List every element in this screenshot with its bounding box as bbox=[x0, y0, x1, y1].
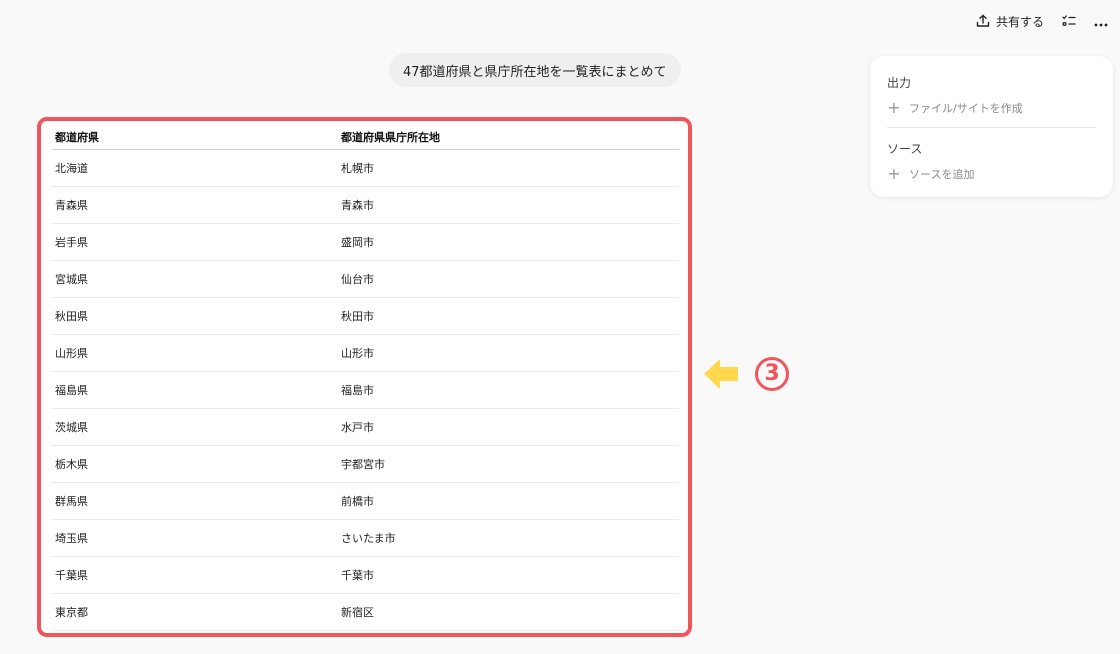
prefecture-cell: 岩手県 bbox=[52, 223, 338, 261]
prefecture-cell: 青森県 bbox=[52, 186, 338, 224]
capital-cell: 山形市 bbox=[338, 334, 679, 372]
step-number-badge: 3 bbox=[755, 357, 789, 391]
capital-cell: 盛岡市 bbox=[338, 223, 679, 261]
table-row: 東京都 新宿区 bbox=[52, 593, 679, 631]
task-list-icon bbox=[1062, 12, 1076, 31]
highlighted-table-frame: 都道府県 都道府県県庁所在地 北海道 札幌市 青森県 青森市 岩手県 盛岡市 宮… bbox=[37, 117, 692, 637]
prefecture-cell: 北海道 bbox=[52, 149, 338, 187]
task-list-button[interactable] bbox=[1056, 10, 1082, 32]
capital-cell: 仙台市 bbox=[338, 260, 679, 298]
capital-cell: 青森市 bbox=[338, 186, 679, 224]
add-source-label: ソースを追加 bbox=[909, 168, 975, 181]
capital-cell: 秋田市 bbox=[338, 297, 679, 335]
user-message-bubble: 47都道府県と県庁所在地を一覧表にまとめて bbox=[389, 53, 681, 87]
table-row: 茨城県 水戸市 bbox=[52, 408, 679, 446]
prefecture-cell: 山形県 bbox=[52, 334, 338, 372]
more-button[interactable] bbox=[1088, 10, 1114, 32]
prefecture-cell: 埼玉県 bbox=[52, 519, 338, 557]
sources-heading: ソース bbox=[887, 142, 923, 156]
user-message-text: 47都道府県と県庁所在地を一覧表にまとめて bbox=[403, 64, 667, 80]
panel-divider bbox=[887, 127, 1096, 128]
upload-icon bbox=[976, 14, 990, 28]
side-panel: 出力 + ファイル/サイトを作成 ソース + ソースを追加 bbox=[870, 56, 1113, 197]
capital-cell: 福島市 bbox=[338, 371, 679, 409]
plus-icon: + bbox=[887, 164, 901, 183]
prefecture-cell: 千葉県 bbox=[52, 556, 338, 594]
table-row: 岩手県 盛岡市 bbox=[52, 223, 679, 261]
prefecture-cell: 福島県 bbox=[52, 371, 338, 409]
table-row: 北海道 札幌市 bbox=[52, 149, 679, 187]
column-header-capital: 都道府県県庁所在地 bbox=[338, 124, 679, 150]
prefecture-cell: 茨城県 bbox=[52, 408, 338, 446]
capital-cell: さいたま市 bbox=[338, 519, 679, 557]
share-label: 共有する bbox=[995, 14, 1044, 29]
capital-cell: 新宿区 bbox=[338, 593, 679, 631]
create-file-label: ファイル/サイトを作成 bbox=[909, 102, 1023, 115]
share-button[interactable]: 共有する bbox=[970, 10, 1050, 32]
prefecture-table: 都道府県 都道府県県庁所在地 北海道 札幌市 青森県 青森市 岩手県 盛岡市 宮… bbox=[52, 124, 679, 631]
capital-cell: 千葉市 bbox=[338, 556, 679, 594]
output-heading: 出力 bbox=[887, 76, 912, 90]
capital-cell: 水戸市 bbox=[338, 408, 679, 446]
table-header-row: 都道府県 都道府県県庁所在地 bbox=[52, 124, 679, 150]
prefecture-cell: 栃木県 bbox=[52, 445, 338, 483]
table-row: 埼玉県 さいたま市 bbox=[52, 519, 679, 557]
capital-cell: 札幌市 bbox=[338, 149, 679, 187]
table-row: 群馬県 前橋市 bbox=[52, 482, 679, 520]
arrow-left-icon bbox=[703, 356, 739, 392]
prefecture-cell: 宮城県 bbox=[52, 260, 338, 298]
capital-cell: 宇都宮市 bbox=[338, 445, 679, 483]
prefecture-cell: 群馬県 bbox=[52, 482, 338, 520]
more-horizontal-icon bbox=[1094, 12, 1108, 31]
table-row: 栃木県 宇都宮市 bbox=[52, 445, 679, 483]
table-row: 福島県 福島市 bbox=[52, 371, 679, 409]
add-source-button[interactable]: + ソースを追加 bbox=[887, 166, 1096, 182]
prefecture-cell: 東京都 bbox=[52, 593, 338, 631]
prefecture-cell: 秋田県 bbox=[52, 297, 338, 335]
table-row: 青森県 青森市 bbox=[52, 186, 679, 224]
table-row: 千葉県 千葉市 bbox=[52, 556, 679, 594]
plus-icon: + bbox=[887, 98, 901, 117]
table-row: 秋田県 秋田市 bbox=[52, 297, 679, 335]
top-toolbar: 共有する bbox=[970, 10, 1114, 32]
step-annotation: 3 bbox=[703, 356, 789, 392]
create-file-button[interactable]: + ファイル/サイトを作成 bbox=[887, 100, 1096, 116]
table-row: 宮城県 仙台市 bbox=[52, 260, 679, 298]
capital-cell: 前橋市 bbox=[338, 482, 679, 520]
column-header-prefecture: 都道府県 bbox=[52, 124, 338, 150]
table-row: 山形県 山形市 bbox=[52, 334, 679, 372]
